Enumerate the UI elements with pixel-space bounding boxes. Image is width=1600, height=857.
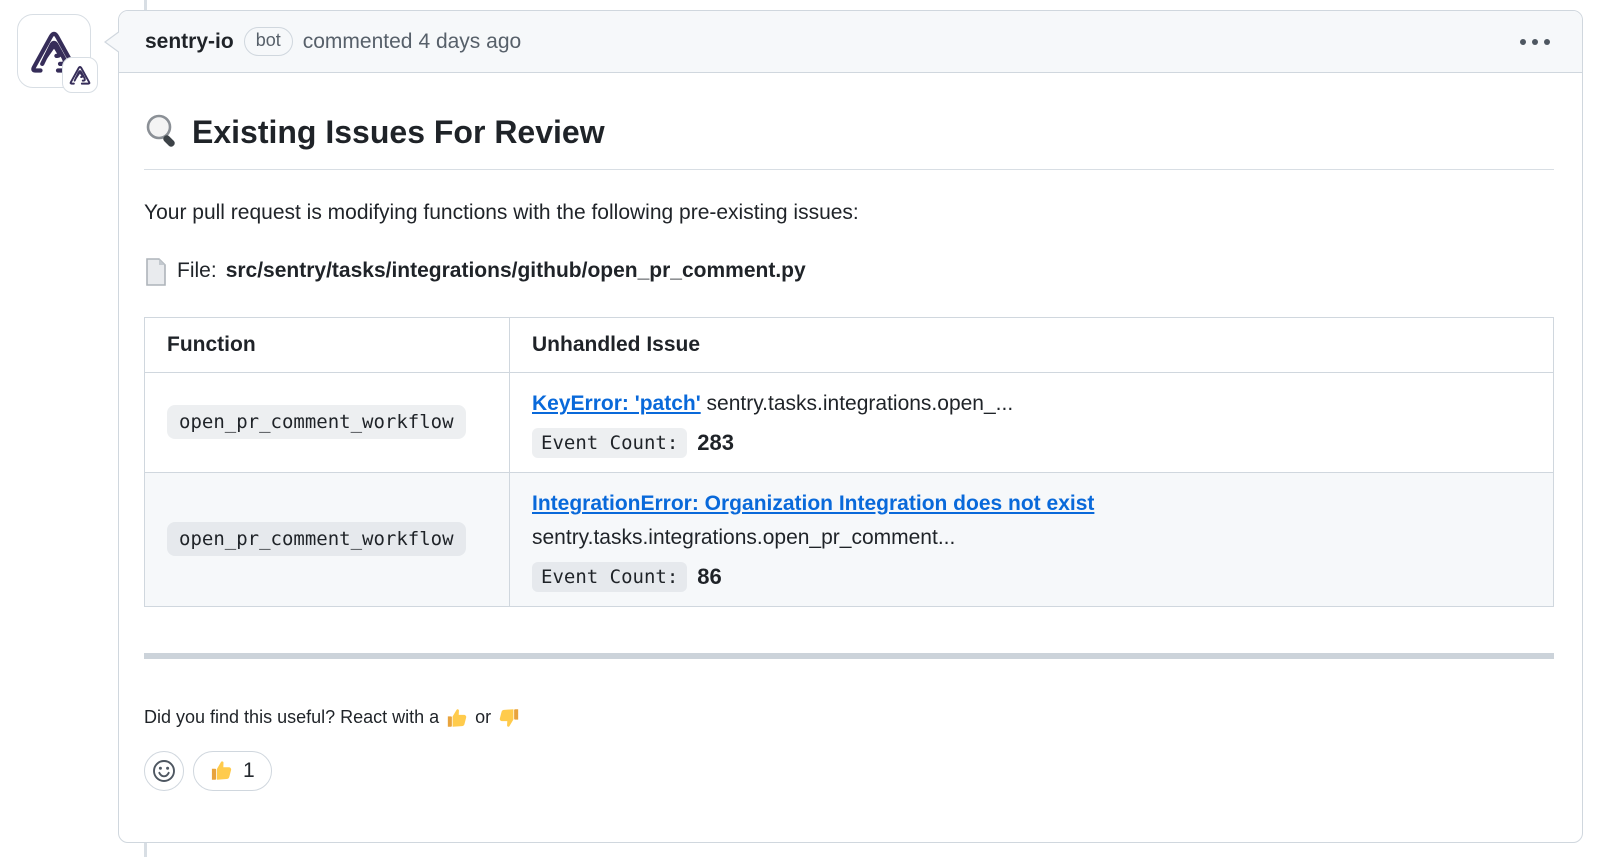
thumbs-up-icon xyxy=(210,759,233,782)
bot-badge: bot xyxy=(244,27,293,56)
issue-link[interactable]: IntegrationError: Organization Integrati… xyxy=(532,492,1094,515)
reaction-count: 1 xyxy=(243,759,255,783)
issue-culprit: sentry.tasks.integrations.open_... xyxy=(707,392,1014,415)
table-row: open_pr_comment_workflow KeyError: 'patc… xyxy=(145,372,1554,472)
file-line: File: src/sentry/tasks/integrations/gith… xyxy=(144,256,1554,286)
comment-body: Existing Issues For Review Your pull req… xyxy=(119,73,1582,845)
feedback-note-text: Did you find this useful? React with a xyxy=(144,707,439,728)
add-reaction-button[interactable] xyxy=(144,751,184,791)
thumbs-down-icon xyxy=(498,707,520,729)
thumbs-up-icon xyxy=(446,707,468,729)
action-text: commented xyxy=(303,30,413,54)
event-count-label: Event Count: xyxy=(532,562,687,592)
sentry-logo-icon xyxy=(69,65,91,85)
magnifier-icon xyxy=(144,113,180,151)
reactions-bar: 1 xyxy=(144,751,1554,791)
kebab-menu-button[interactable] xyxy=(1514,30,1556,54)
issue-link[interactable]: KeyError: 'patch' xyxy=(532,392,701,415)
pull-request-timeline: sentry-io bot commented 4 days ago Exist… xyxy=(0,0,1600,857)
author-link[interactable]: sentry-io xyxy=(145,30,234,54)
column-header-function: Function xyxy=(145,317,510,372)
table-row: open_pr_comment_workflow IntegrationErro… xyxy=(145,472,1554,606)
kebab-horizontal-icon xyxy=(1518,36,1552,48)
issue-text: KeyError: 'patch' sentry.tasks.integrati… xyxy=(532,387,1522,421)
event-count-line: Event Count: 283 xyxy=(532,428,1531,458)
event-count-line: Event Count: 86 xyxy=(532,562,1531,592)
function-name-code: open_pr_comment_workflow xyxy=(167,405,466,439)
column-header-unhandled-issue: Unhandled Issue xyxy=(510,317,1554,372)
comment-header: sentry-io bot commented 4 days ago xyxy=(119,11,1582,73)
sentry-bot-avatar[interactable] xyxy=(17,14,91,88)
issues-review-heading: Existing Issues For Review xyxy=(144,113,1554,170)
comment-card: sentry-io bot commented 4 days ago Exist… xyxy=(118,10,1583,843)
function-name-code: open_pr_comment_workflow xyxy=(167,522,466,556)
file-emoji-icon xyxy=(144,258,168,286)
event-count-value: 86 xyxy=(697,564,721,590)
thumbs-up-reaction-button[interactable]: 1 xyxy=(193,751,272,791)
intro-text: Your pull request is modifying functions… xyxy=(144,198,1554,228)
sentry-app-badge xyxy=(62,57,98,93)
table-header-row: Function Unhandled Issue xyxy=(145,317,1554,372)
feedback-note-conjunction: or xyxy=(475,707,491,728)
issue-text: IntegrationError: Organization Integrati… xyxy=(532,487,1522,555)
issues-table: Function Unhandled Issue open_pr_comment… xyxy=(144,317,1554,607)
file-label: File: xyxy=(177,256,217,286)
issue-culprit: sentry.tasks.integrations.open_pr_commen… xyxy=(532,526,955,549)
file-path: src/sentry/tasks/integrations/github/ope… xyxy=(226,256,806,286)
event-count-value: 283 xyxy=(697,430,734,456)
issues-review-heading-text: Existing Issues For Review xyxy=(192,114,605,151)
section-divider xyxy=(144,653,1554,659)
smiley-icon xyxy=(152,759,176,783)
timestamp-link[interactable]: 4 days ago xyxy=(418,30,521,54)
feedback-note: Did you find this useful? React with a o… xyxy=(144,707,1554,729)
event-count-label: Event Count: xyxy=(532,428,687,458)
